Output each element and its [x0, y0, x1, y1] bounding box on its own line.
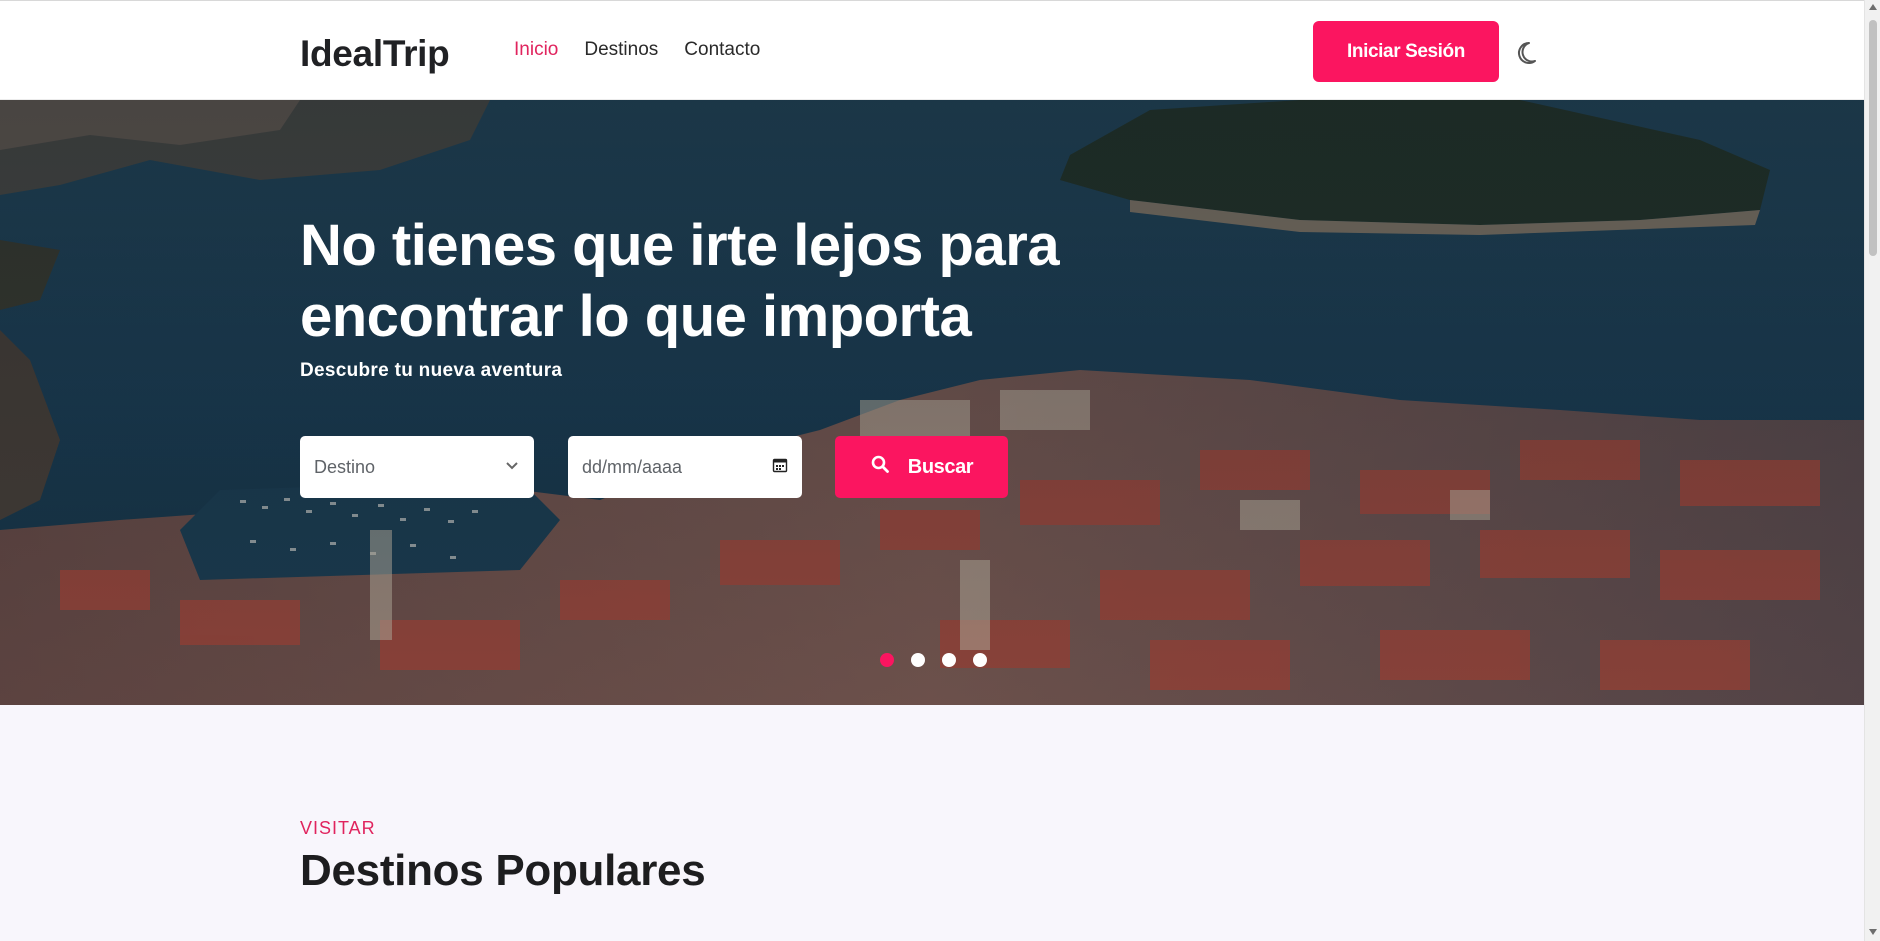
search-button[interactable]: Buscar [835, 436, 1008, 498]
search-button-label: Buscar [907, 455, 974, 478]
carousel-dot-1[interactable] [880, 653, 894, 667]
logo[interactable]: IdealTrip [300, 33, 450, 75]
date-input[interactable]: dd/mm/aaaa [568, 436, 802, 498]
date-input-placeholder: dd/mm/aaaa [582, 456, 683, 477]
hero-title-line-1: No tienes que irte lejos para [300, 213, 1060, 278]
carousel-dot-4[interactable] [973, 653, 987, 667]
scrollbar-thumb[interactable] [1869, 20, 1877, 256]
carousel-dot-3[interactable] [942, 653, 956, 667]
hero-carousel: No tienes que irte lejos para encontrar … [0, 100, 1864, 705]
carousel-dot-2[interactable] [911, 653, 925, 667]
search-icon [870, 454, 890, 480]
carousel-indicators [880, 653, 987, 667]
section-eyebrow: VISITAR [300, 818, 376, 838]
hero-background-image [0, 100, 1864, 705]
hero-subtitle: Descubre tu nueva aventura [300, 360, 563, 381]
section-title: Destinos Populares [300, 846, 706, 895]
moon-icon[interactable] [1516, 37, 1546, 67]
hero-title-line-2: encontrar lo que importa [300, 284, 972, 349]
scroll-up-arrow-icon[interactable] [1869, 4, 1877, 10]
nav-link-contacto[interactable]: Contacto [684, 39, 760, 61]
chevron-down-icon [504, 457, 520, 478]
nav-link-inicio[interactable]: Inicio [514, 39, 558, 61]
login-button[interactable]: Iniciar Sesión [1313, 21, 1499, 82]
site-header: IdealTrip Inicio Destinos Contacto Inici… [0, 0, 1864, 100]
scroll-down-arrow-icon[interactable] [1869, 929, 1877, 935]
calendar-icon[interactable] [772, 457, 788, 478]
nav-link-destinos[interactable]: Destinos [584, 39, 658, 61]
destination-select[interactable]: Destino [300, 436, 534, 498]
page-scrollbar[interactable] [1864, 0, 1880, 941]
main-nav: Inicio Destinos Contacto [514, 39, 760, 61]
hero-title: No tienes que irte lejos para encontrar … [300, 210, 1200, 352]
destination-select-value: Destino [314, 456, 376, 477]
